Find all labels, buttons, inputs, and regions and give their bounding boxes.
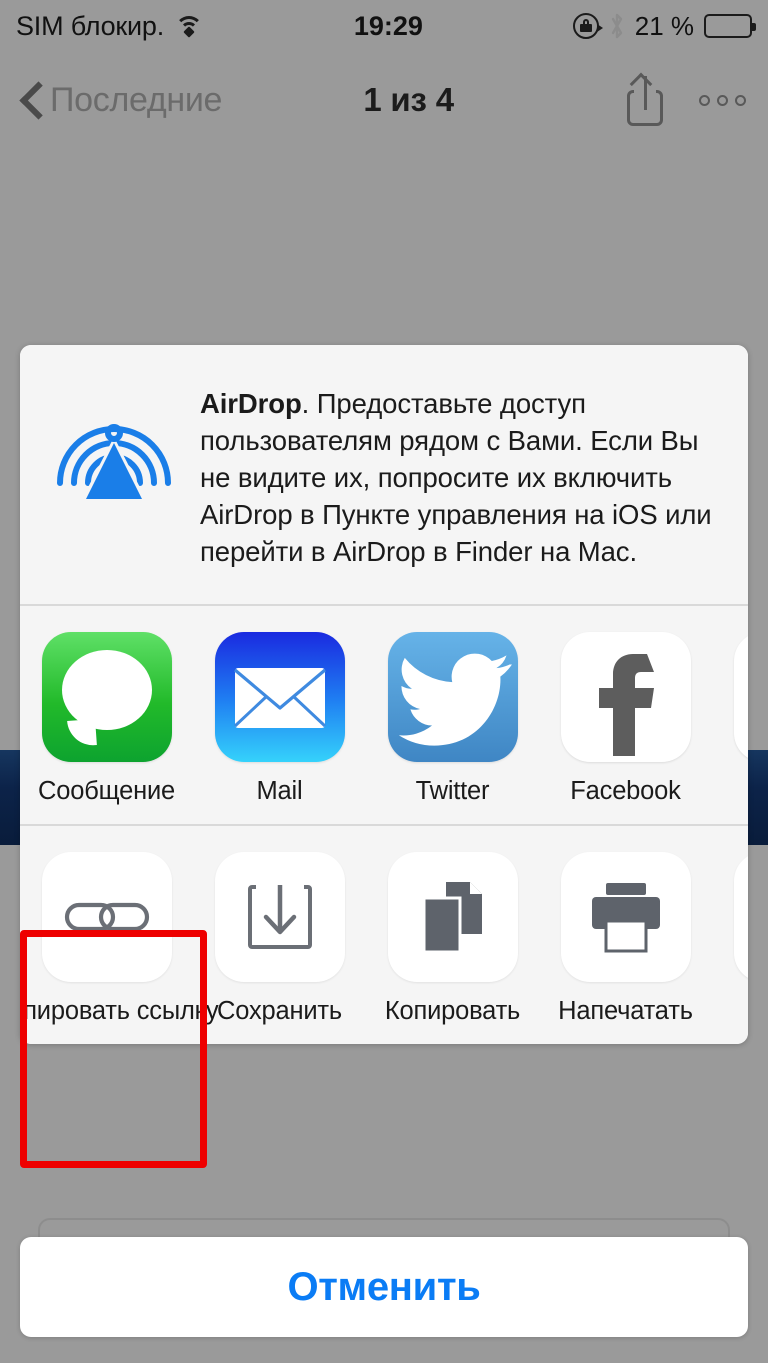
action-label: Напечатать: [558, 997, 693, 1025]
share-apps-row[interactable]: Сообщение Mail Twitter Facebook: [20, 606, 748, 824]
share-target-partial[interactable]: [712, 632, 748, 806]
save-download-icon: [214, 852, 345, 982]
airdrop-title: AirDrop: [200, 388, 302, 419]
airdrop-section[interactable]: AirDrop. Предоставьте доступ пользовател…: [20, 345, 748, 604]
action-save[interactable]: Сохранить: [193, 852, 366, 1026]
navigation-actions: [625, 72, 746, 126]
carrier-label: SIM блокир.: [16, 10, 165, 41]
share-target-twitter[interactable]: Twitter: [366, 632, 539, 806]
battery-percent-label: 21 %: [634, 10, 694, 41]
share-target-messages[interactable]: Сообщение: [20, 632, 193, 806]
share-icon[interactable]: [625, 72, 665, 126]
partial-action-icon: [733, 852, 748, 982]
twitter-icon: [387, 632, 518, 762]
share-target-label: Mail: [256, 777, 303, 805]
share-sheet: AirDrop. Предоставьте доступ пользовател…: [20, 345, 748, 1044]
action-label: Копировать ссылку: [20, 997, 219, 1025]
action-partial[interactable]: От: [712, 852, 748, 1026]
mail-icon: [214, 632, 345, 762]
action-copy[interactable]: Копировать: [366, 852, 539, 1026]
wifi-icon: [174, 14, 204, 38]
status-bar-left: SIM блокир.: [16, 11, 204, 42]
share-target-label: Сообщение: [38, 777, 175, 805]
navigation-bar: Последние 1 из 4: [0, 52, 768, 148]
bluetooth-icon: [609, 12, 625, 40]
partial-app-icon: [733, 632, 748, 762]
action-print[interactable]: Напечатать: [539, 852, 712, 1026]
printer-icon: [560, 852, 691, 982]
action-copy-link[interactable]: Копировать ссылку: [20, 852, 219, 1026]
status-bar-right: 21 %: [572, 10, 756, 42]
cancel-button-label: Отменить: [287, 1264, 481, 1309]
airdrop-description: AirDrop. Предоставьте доступ пользовател…: [200, 373, 724, 570]
rotation-lock-icon: [572, 13, 603, 39]
cancel-button[interactable]: Отменить: [20, 1237, 748, 1337]
messages-icon: [41, 632, 172, 762]
chevron-left-icon: [22, 83, 42, 117]
status-bar-center: 19:29: [204, 11, 573, 42]
action-label: Копировать: [384, 997, 521, 1025]
action-label: Сохранить: [217, 997, 342, 1025]
share-target-facebook[interactable]: Facebook: [539, 632, 712, 806]
share-actions-row[interactable]: Копировать ссылку Сохранить Копирова: [20, 826, 748, 1044]
copy-documents-icon: [387, 852, 518, 982]
clock-label: 19:29: [353, 10, 423, 41]
status-bar: SIM блокир. 19:29 21 %: [0, 0, 768, 52]
more-options-icon[interactable]: [699, 94, 746, 106]
facebook-icon: [560, 632, 691, 762]
battery-icon: [704, 14, 756, 38]
share-target-label: Twitter: [415, 777, 490, 805]
page-title: 1 из 4: [363, 81, 454, 118]
link-icon: [41, 852, 172, 982]
share-target-mail[interactable]: Mail: [193, 632, 366, 806]
share-target-label: Facebook: [570, 777, 681, 805]
airdrop-icon: [50, 373, 178, 499]
